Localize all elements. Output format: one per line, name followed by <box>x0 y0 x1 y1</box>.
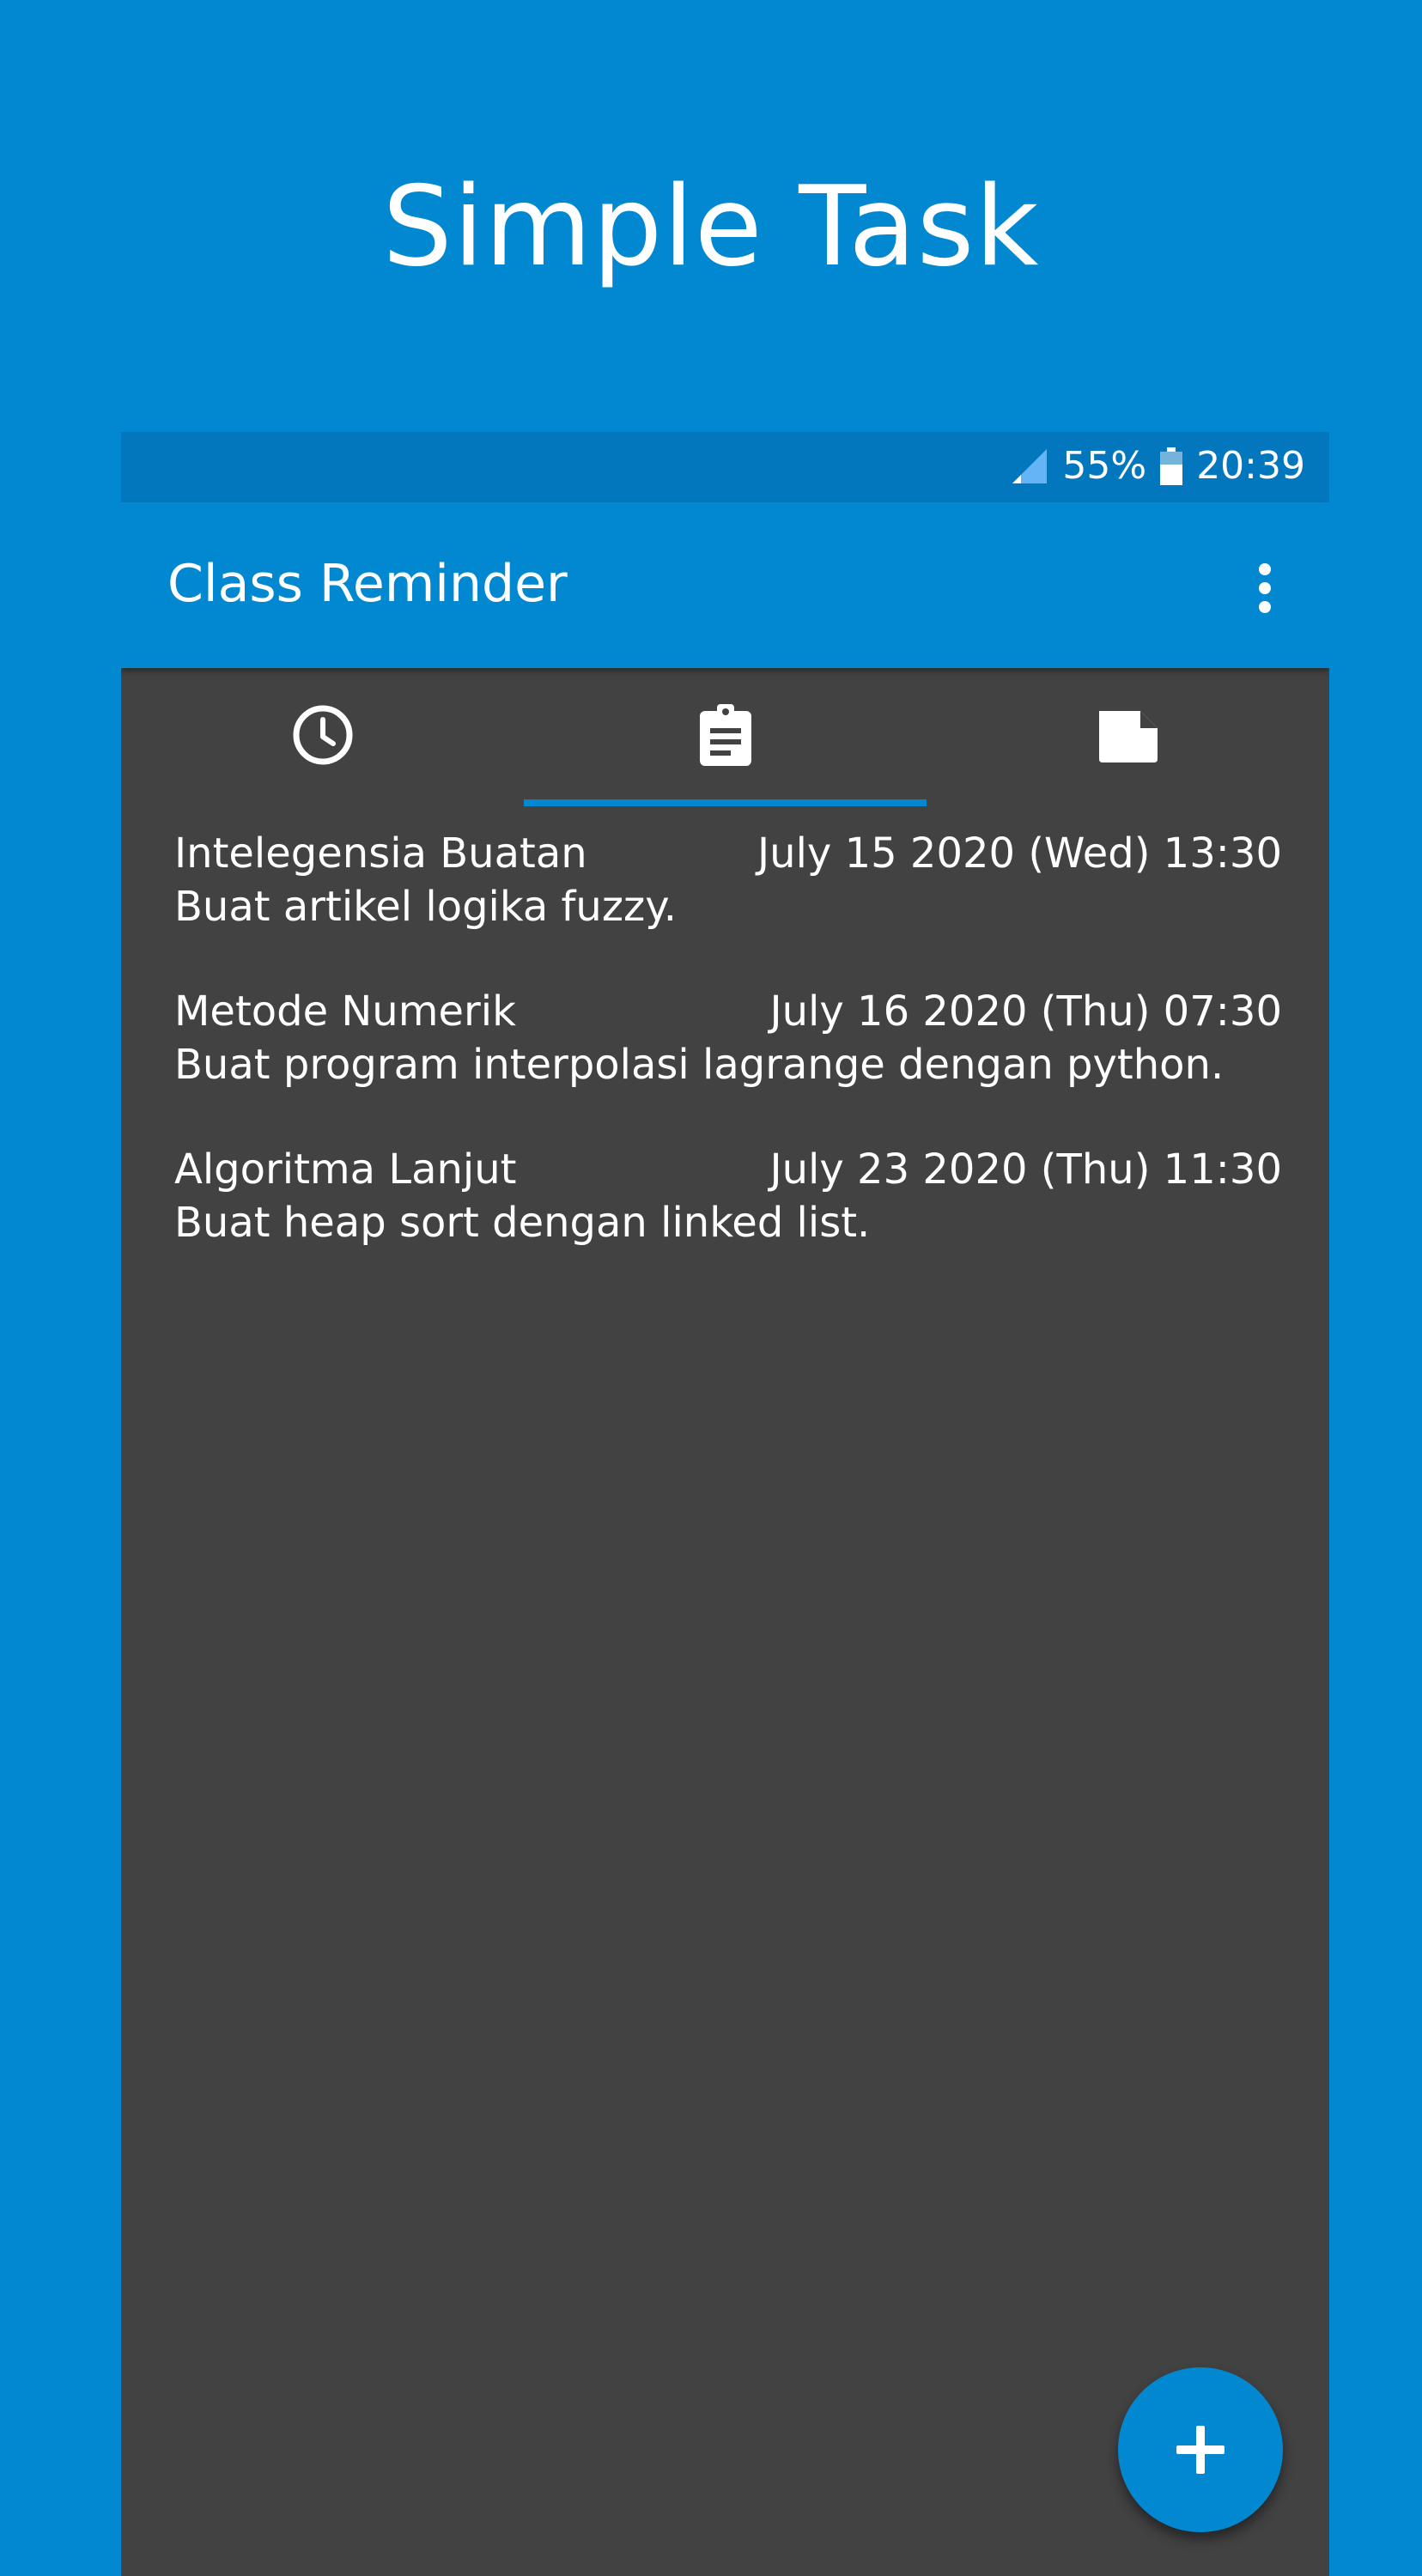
clipboard-icon <box>699 704 751 766</box>
task-description: Buat program interpolasi lagrange dengan… <box>174 1041 1224 1089</box>
status-indicators: 55% 20:39 <box>1011 444 1305 488</box>
app-bar: Class Reminder <box>121 502 1329 668</box>
task-datetime: July 16 2020 (Thu) 07:30 <box>769 987 1282 1036</box>
app-title: Class Reminder <box>167 554 568 614</box>
task-list: Intelegensia Buatan July 15 2020 (Wed) 1… <box>174 827 1282 1301</box>
signal-icon <box>1012 448 1048 483</box>
task-subject: Intelegensia Buatan <box>174 829 587 878</box>
tab-indicator <box>524 799 927 806</box>
more-vert-icon <box>1259 563 1271 613</box>
status-bar: 55% 20:39 <box>121 432 1329 502</box>
tab-schedule[interactable] <box>121 668 524 812</box>
battery-icon <box>1160 447 1183 485</box>
task-datetime: July 15 2020 (Wed) 13:30 <box>757 829 1282 878</box>
tab-tasks[interactable] <box>524 668 927 812</box>
phone-screen: 55% 20:39 Class Reminder Intelegensia Bu… <box>121 432 1329 2576</box>
task-datetime: July 23 2020 (Thu) 11:30 <box>769 1145 1282 1194</box>
task-description: Buat artikel logika fuzzy. <box>174 883 678 931</box>
task-item[interactable]: Intelegensia Buatan July 15 2020 (Wed) 1… <box>174 827 1282 985</box>
status-time: 20:39 <box>1196 444 1305 488</box>
add-task-button[interactable] <box>1118 2367 1283 2532</box>
task-description: Buat heap sort dengan linked list. <box>174 1199 871 1247</box>
promo-title: Simple Task <box>382 163 1040 291</box>
task-subject: Algoritma Lanjut <box>174 1145 517 1194</box>
battery-percent: 55% <box>1062 444 1147 488</box>
tab-notes[interactable] <box>927 668 1329 812</box>
plus-icon <box>1176 2426 1224 2474</box>
note-icon <box>1098 711 1158 762</box>
task-subject: Metode Numerik <box>174 987 516 1036</box>
task-item[interactable]: Algoritma Lanjut July 23 2020 (Thu) 11:3… <box>174 1143 1282 1301</box>
overflow-menu-button[interactable] <box>1235 554 1295 623</box>
clock-icon <box>293 705 352 765</box>
tab-bar <box>121 668 1329 812</box>
task-item[interactable]: Metode Numerik July 16 2020 (Thu) 07:30 … <box>174 985 1282 1143</box>
